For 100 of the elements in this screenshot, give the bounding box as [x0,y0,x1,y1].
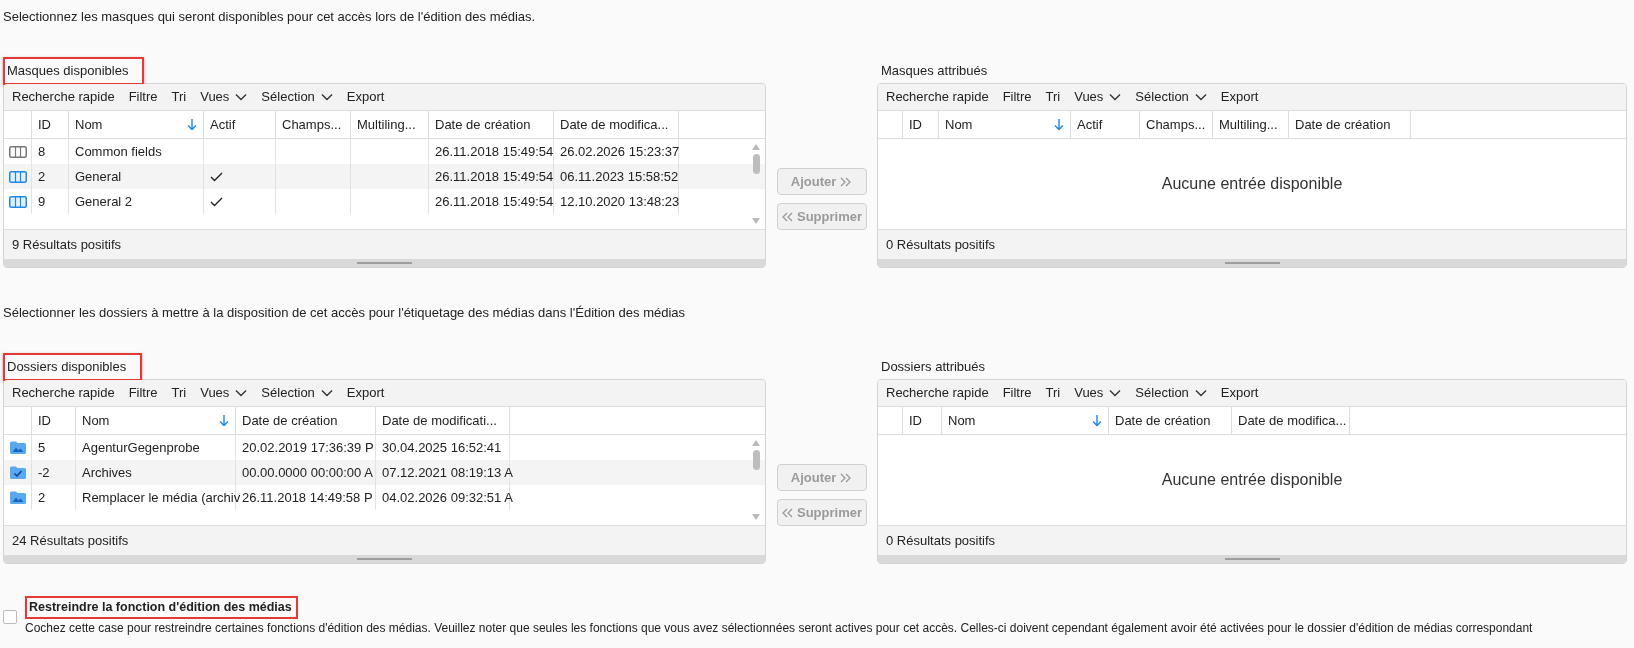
double-chevron-left-icon [781,507,793,518]
toolbar-button[interactable]: Sélection [1135,383,1207,403]
column-header[interactable]: Champs... [1140,111,1213,138]
scroll-down-icon[interactable] [751,513,761,521]
result-count: 0 Résultats positifs [886,531,996,550]
resize-handle[interactable] [4,259,765,267]
toolbar-button[interactable]: Tri [171,383,187,403]
table-cell-text: 04.02.2026 09:32:51 A [382,488,513,507]
chevron-down-icon [235,389,248,397]
double-chevron-left-icon [781,211,793,222]
scroll-up-icon[interactable] [751,143,761,151]
toolbar-button[interactable]: Export [1220,87,1259,107]
toolbar-button[interactable]: Recherche rapide [886,383,989,403]
column-header[interactable]: ID [32,111,69,138]
toolbar-button[interactable]: Filtre [1002,87,1032,107]
chevron-down-icon [1109,93,1122,101]
scrollbar-thumb[interactable] [752,450,760,470]
column-header[interactable]: Nom [942,407,1109,434]
column-header[interactable]: Champs... [276,111,351,138]
table-cell-text: 07.12.2021 08:19:13 A [382,463,513,482]
resize-handle[interactable] [878,259,1626,267]
result-count: 24 Résultats positifs [12,531,129,550]
instruction-text: Selectionnez les masques qui seront disponibles pour cet accès lors de l'édition des médias. [3,8,537,26]
column-header[interactable]: Date de création [1109,407,1232,434]
toolbar-button[interactable]: Tri [1045,87,1061,107]
chevron-down-icon [320,93,333,101]
checkbox-label[interactable]: Restreindre la fonction d'édition des médias [25,596,298,619]
toolbar-button[interactable]: Vues [1074,87,1122,107]
scrollbar-thumb[interactable] [752,154,760,174]
sort-arrow-icon[interactable] [187,118,197,131]
table-cell-text: 30.04.2025 16:52:41 [382,438,502,457]
resize-handle[interactable] [4,555,765,563]
table-cell-text: 8 [38,142,46,161]
sort-arrow-icon[interactable] [1092,414,1102,427]
section-label: Dossiers attribués [880,358,987,377]
sort-arrow-icon[interactable] [219,414,229,427]
column-header[interactable]: Actif [1071,111,1140,138]
table-cell-text: General 2 [75,192,133,211]
double-chevron-right-icon [840,472,853,483]
table-cell-text: 9 [38,192,46,211]
column-header[interactable]: Multiling... [1213,111,1289,138]
chevron-down-icon [235,93,248,101]
toolbar-button[interactable]: Tri [171,87,187,107]
toolbar-button[interactable]: Sélection [1135,87,1207,107]
toolbar-button[interactable]: Sélection [261,383,333,403]
column-header[interactable]: ID [903,111,939,138]
table-cell-text: 26.11.2018 15:49:54 [435,192,554,211]
toolbar-button[interactable]: Filtre [128,383,158,403]
scroll-down-icon[interactable] [751,217,761,225]
result-count: 0 Résultats positifs [886,235,996,254]
check-folder-icon [9,466,26,479]
empty-message: Aucune entrée disponible [1161,470,1343,490]
column-header[interactable]: Date de création [1289,111,1411,138]
table-cell-text: 26.11.2018 14:49:58 P [242,488,373,507]
image-folder-icon [9,491,26,504]
toolbar-button[interactable]: Recherche rapide [886,87,989,107]
table-cell-text: 20.02.2019 17:36:39 P [242,438,374,457]
toolbar-button[interactable]: Filtre [128,87,158,107]
scrollbar[interactable] [751,439,761,521]
column-header[interactable]: Date de modificati... [376,407,510,434]
column-header[interactable]: Nom [76,407,236,434]
table-cell-text: AgenturGegenprobe [82,438,200,457]
toolbar-button[interactable]: Export [346,383,385,403]
toolbar-button[interactable]: Vues [1074,383,1122,403]
toolbar-button[interactable]: Recherche rapide [12,87,115,107]
toolbar-button[interactable]: Export [346,87,385,107]
scrollbar[interactable] [751,143,761,225]
toolbar-button[interactable]: Vues [200,383,248,403]
column-header[interactable]: Date de modifica... [1232,407,1350,434]
column-header[interactable]: Date de modifica... [554,111,679,138]
table-cell-text: 00.00.0000 00:00:00 A [242,463,373,482]
toolbar-button[interactable]: Sélection [261,87,333,107]
column-header[interactable]: Actif [204,111,276,138]
column-header[interactable]: Date de création [236,407,376,434]
toolbar-button[interactable]: Tri [1045,383,1061,403]
column-header[interactable]: Nom [69,111,204,138]
column-header[interactable]: ID [903,407,942,434]
table-cell-text: General [75,167,122,186]
column-header[interactable]: ID [32,407,76,434]
toolbar-button[interactable]: Filtre [1002,383,1032,403]
checkbox[interactable] [3,610,17,624]
chevron-down-icon [1109,389,1122,397]
column-header[interactable]: Multiling... [351,111,429,138]
chevron-down-icon [1194,93,1207,101]
table-row[interactable]: -2 Archives 00.00.0000 00:00:00 A 07.12.2021 08:19:13 A [4,460,765,485]
table-cell-text: -2 [38,463,50,482]
toolbar-button[interactable]: Vues [200,87,248,107]
chevron-down-icon [1194,389,1207,397]
toolbar-button[interactable]: Export [1220,383,1259,403]
column-header[interactable]: Nom [939,111,1071,138]
toolbar-button[interactable]: Recherche rapide [12,383,115,403]
chevron-down-icon [320,389,333,397]
section-label: Masques attribués [880,62,989,81]
scroll-up-icon[interactable] [751,439,761,447]
table-cell-text: 5 [38,438,46,457]
column-header[interactable]: Date de création [429,111,554,138]
resize-handle[interactable] [878,555,1626,563]
table-cell-text: Archives [82,463,132,482]
sort-arrow-icon[interactable] [1054,118,1064,131]
table-row[interactable]: 2 General 26.11.2018 15:49:54 06.11.2023 15:58:52 [4,164,765,189]
